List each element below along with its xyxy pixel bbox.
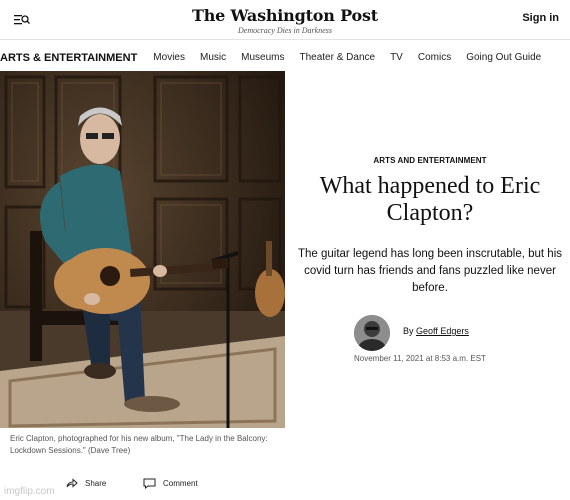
lead-photo — [0, 71, 285, 428]
brand-name: The Washington Post — [192, 6, 378, 25]
share-label: Share — [85, 478, 107, 488]
comment-button[interactable]: Comment — [143, 478, 198, 489]
nav-item-museums[interactable]: Museums — [241, 52, 284, 63]
nav-item-comics[interactable]: Comics — [418, 52, 451, 63]
nav-item-going-out-guide[interactable]: Going Out Guide — [466, 52, 541, 63]
publish-date: November 11, 2021 at 8:53 a.m. EST — [354, 354, 486, 363]
photo-caption: Eric Clapton, photographed for his new a… — [10, 434, 268, 455]
article-kicker[interactable]: ARTS AND ENTERTAINMENT — [290, 156, 570, 165]
share-button[interactable]: Share — [66, 478, 106, 488]
brand-tagline: Democracy Dies in Darkness — [238, 26, 332, 35]
nav-item-tv[interactable]: TV — [390, 52, 403, 63]
sign-in-link[interactable]: Sign in — [522, 12, 559, 24]
section-nav: ARTS & ENTERTAINMENT Movies Music Museum… — [0, 44, 570, 71]
byline-text: By Geoff Edgers — [403, 326, 469, 336]
nav-item-music[interactable]: Music — [200, 52, 226, 63]
byline: By Geoff Edgers — [354, 315, 564, 351]
share-icon — [66, 478, 78, 488]
nav-item-movies[interactable]: Movies — [153, 52, 185, 63]
article-dek: The guitar legend has long been inscruta… — [297, 248, 563, 294]
comment-label: Comment — [163, 479, 198, 488]
byline-prefix: By — [403, 326, 414, 336]
top-bar: The Washington Post Democracy Dies in Da… — [0, 0, 570, 40]
author-link[interactable]: Geoff Edgers — [416, 326, 469, 336]
comment-icon — [143, 478, 156, 489]
author-avatar[interactable] — [354, 315, 390, 351]
article-headline: What happened to Eric Clapton? — [319, 173, 541, 226]
imgflip-watermark: imgflip.com — [4, 486, 55, 497]
brand-logo[interactable]: The Washington Post Democracy Dies in Da… — [0, 6, 570, 35]
section-title[interactable]: ARTS & ENTERTAINMENT — [0, 52, 137, 64]
nav-item-theater-dance[interactable]: Theater & Dance — [299, 52, 375, 63]
